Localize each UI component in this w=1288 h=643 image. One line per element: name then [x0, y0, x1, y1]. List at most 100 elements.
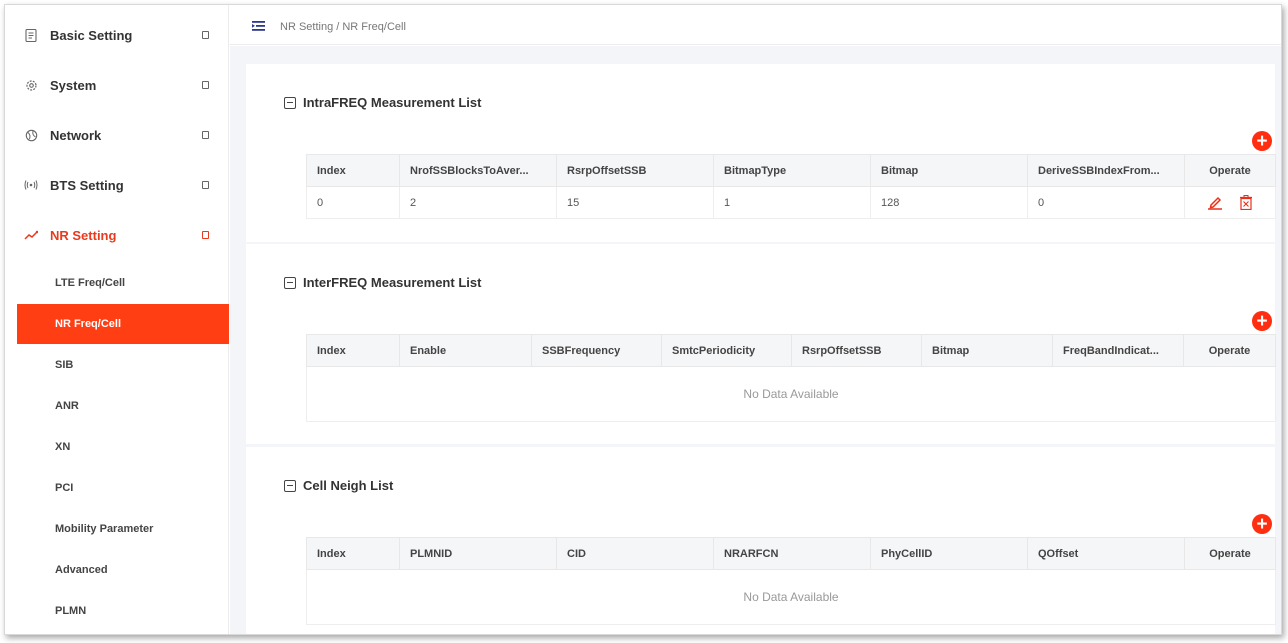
- column-header: Operate: [1184, 154, 1276, 187]
- empty-state-text: No Data Available: [306, 569, 1276, 625]
- sidebar-subitem-label: PLMN: [55, 605, 87, 617]
- sidebar-subitem-sib[interactable]: SIB: [17, 345, 229, 385]
- add-interfreq-button[interactable]: +: [1252, 311, 1272, 331]
- breadcrumb: NR Setting / NR Freq/Cell: [280, 21, 406, 33]
- signal-icon: [23, 227, 39, 243]
- expand-icon: [202, 31, 209, 39]
- column-header: RsrpOffsetSSB: [556, 154, 714, 187]
- column-header: Bitmap: [870, 154, 1028, 187]
- collapse-icon[interactable]: [284, 96, 296, 109]
- column-header: DeriveSSBIndexFrom...: [1027, 154, 1185, 187]
- table-header-row: Index NrofSSBlocksToAver... RsrpOffsetSS…: [306, 154, 1276, 187]
- sidebar-item-nr-setting[interactable]: NR Setting: [5, 220, 229, 250]
- section-title-text: InterFREQ Measurement List: [303, 275, 482, 290]
- gear-icon: [23, 77, 39, 93]
- collapse-icon[interactable]: [284, 479, 296, 492]
- sidebar-subitem-xn[interactable]: XN: [17, 427, 229, 467]
- column-header: PhyCellID: [870, 537, 1028, 570]
- sidebar-subitem-label: LTE Freq/Cell: [55, 277, 126, 289]
- cell-neigh-card: Cell Neigh List + Index PLMNID CID NRARF…: [246, 447, 1276, 634]
- sidebar-subitem-mobility-parameter[interactable]: Mobility Parameter: [17, 509, 229, 549]
- table-row: 0 2 15 1 128 0: [306, 186, 1276, 219]
- empty-row: No Data Available: [306, 569, 1276, 625]
- sidebar-subitem-label: Mobility Parameter: [55, 523, 154, 535]
- column-header: Index: [306, 154, 400, 187]
- empty-state-text: No Data Available: [306, 366, 1276, 422]
- column-header: NRARFCN: [713, 537, 871, 570]
- sidebar-subitem-label: ANR: [55, 400, 79, 412]
- app-window: Basic Setting System Network BTS Setting: [4, 4, 1282, 635]
- table-header-row: Index Enable SSBFrequency SmtcPeriodicit…: [306, 334, 1276, 367]
- delete-icon[interactable]: [1239, 195, 1253, 210]
- column-header: QOffset: [1027, 537, 1185, 570]
- table-cell: 1: [713, 186, 871, 219]
- sidebar-item-label: Basic Setting: [50, 27, 133, 43]
- sidebar-subitem-nr-freq-cell[interactable]: NR Freq/Cell: [17, 304, 229, 344]
- edit-icon[interactable]: [1207, 195, 1223, 210]
- expand-icon: [202, 181, 209, 189]
- column-header: Index: [306, 334, 400, 367]
- sidebar-item-basic-setting[interactable]: Basic Setting: [5, 20, 229, 50]
- section-title-text: IntraFREQ Measurement List: [303, 95, 482, 110]
- intrafreq-card: IntraFREQ Measurement List + Index NrofS…: [246, 64, 1276, 242]
- column-header: FreqBandIndicat...: [1052, 334, 1184, 367]
- top-bar: NR Setting / NR Freq/Cell: [230, 5, 1281, 45]
- interfreq-card: InterFREQ Measurement List + Index Enabl…: [246, 244, 1276, 444]
- table-cell: 15: [556, 186, 714, 219]
- sidebar-subitem-label: NR Freq/Cell: [55, 318, 122, 330]
- column-header: BitmapType: [713, 154, 871, 187]
- main-content: IntraFREQ Measurement List + Index NrofS…: [230, 46, 1281, 634]
- intrafreq-table: Index NrofSSBlocksToAver... RsrpOffsetSS…: [306, 154, 1276, 219]
- sidebar-item-label: Network: [50, 127, 102, 143]
- sidebar: Basic Setting System Network BTS Setting: [5, 5, 229, 634]
- sidebar-subitem-anr[interactable]: ANR: [17, 386, 229, 426]
- column-header: NrofSSBlocksToAver...: [399, 154, 557, 187]
- column-header: Enable: [399, 334, 532, 367]
- section-title-text: Cell Neigh List: [303, 478, 394, 493]
- table-cell: 0: [1027, 186, 1185, 219]
- menu-fold-icon[interactable]: [252, 21, 265, 31]
- table-cell-operate: [1184, 186, 1276, 219]
- expand-icon: [202, 231, 209, 239]
- empty-row: No Data Available: [306, 366, 1276, 422]
- sidebar-subitem-label: Advanced: [55, 564, 108, 576]
- sidebar-subitem-label: PCI: [55, 482, 74, 494]
- sidebar-subitem-plmn[interactable]: PLMN: [17, 591, 229, 631]
- globe-icon: [23, 127, 39, 143]
- expand-icon: [202, 131, 209, 139]
- sidebar-subitem-pci[interactable]: PCI: [17, 468, 229, 508]
- column-header: PLMNID: [399, 537, 557, 570]
- sidebar-item-network[interactable]: Network: [5, 120, 229, 150]
- table-header-row: Index PLMNID CID NRARFCN PhyCellID QOffs…: [306, 537, 1276, 570]
- collapse-icon[interactable]: [284, 276, 296, 289]
- expand-icon: [202, 81, 209, 89]
- antenna-icon: [23, 177, 39, 193]
- column-header: SSBFrequency: [531, 334, 662, 367]
- column-header: Operate: [1184, 537, 1276, 570]
- sidebar-item-label: NR Setting: [50, 227, 117, 243]
- column-header: SmtcPeriodicity: [661, 334, 792, 367]
- interfreq-section-title: InterFREQ Measurement List: [284, 275, 481, 290]
- sidebar-subitem-label: SIB: [55, 359, 74, 371]
- interfreq-table: Index Enable SSBFrequency SmtcPeriodicit…: [306, 334, 1276, 422]
- column-header: RsrpOffsetSSB: [791, 334, 922, 367]
- sidebar-item-label: BTS Setting: [50, 177, 124, 193]
- add-cell-neigh-button[interactable]: +: [1252, 514, 1272, 534]
- column-header: Bitmap: [921, 334, 1053, 367]
- table-cell: 2: [399, 186, 557, 219]
- sidebar-subitem-advanced[interactable]: Advanced: [17, 550, 229, 590]
- column-header: Operate: [1183, 334, 1276, 367]
- sidebar-subitem-lte-freq-cell[interactable]: LTE Freq/Cell: [17, 263, 229, 303]
- cell-neigh-section-title: Cell Neigh List: [284, 478, 393, 493]
- intrafreq-section-title: IntraFREQ Measurement List: [284, 95, 481, 110]
- column-header: CID: [556, 537, 714, 570]
- sidebar-item-bts-setting[interactable]: BTS Setting: [5, 170, 229, 200]
- table-cell: 0: [306, 186, 400, 219]
- table-cell: 128: [870, 186, 1028, 219]
- add-intrafreq-button[interactable]: +: [1252, 131, 1272, 151]
- sidebar-item-system[interactable]: System: [5, 70, 229, 100]
- cell-neigh-table: Index PLMNID CID NRARFCN PhyCellID QOffs…: [306, 537, 1276, 625]
- column-header: Index: [306, 537, 400, 570]
- document-icon: [23, 27, 39, 43]
- sidebar-subitem-label: XN: [55, 441, 71, 453]
